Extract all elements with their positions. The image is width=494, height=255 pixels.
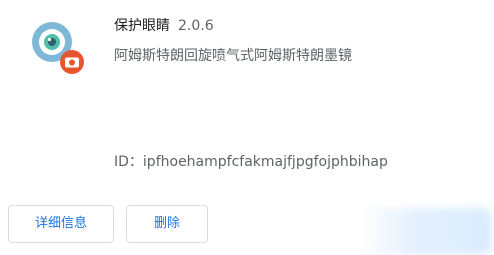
extension-name: 保护眼睛	[114, 18, 170, 34]
details-button[interactable]: 详细信息	[8, 205, 114, 243]
extension-id-row: ID：ipfhoehampfcfakmajfjpgfojphbihap	[114, 152, 388, 172]
eye-icon	[32, 22, 84, 74]
extension-id: ipfhoehampfcfakmajfjpgfojphbihap	[142, 154, 388, 170]
extension-version: 2.0.6	[178, 18, 214, 34]
camera-badge-icon	[60, 50, 84, 74]
extension-icon	[30, 20, 86, 76]
extension-title-row: 保护眼睛 2.0.6	[114, 16, 214, 36]
enable-toggle-area[interactable]	[360, 208, 492, 255]
extension-id-label: ID：	[114, 154, 143, 170]
extension-description: 阿姆斯特朗回旋喷气式阿姆斯特朗墨镜	[114, 48, 352, 64]
extension-card: 保护眼睛 2.0.6 阿姆斯特朗回旋喷气式阿姆斯特朗墨镜 ID：ipfhoeham…	[0, 0, 494, 255]
remove-button[interactable]: 删除	[126, 205, 208, 243]
